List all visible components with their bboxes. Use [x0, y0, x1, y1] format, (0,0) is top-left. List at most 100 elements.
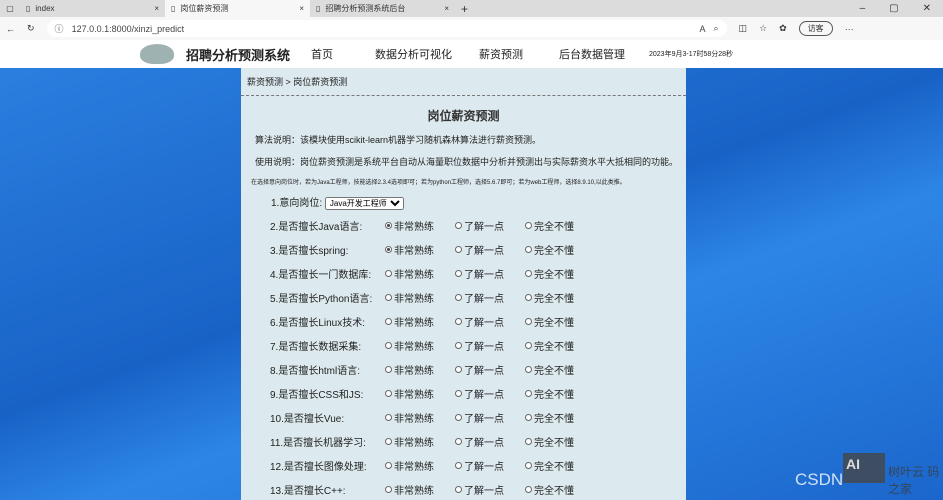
back-icon[interactable]: ←: [6, 24, 15, 34]
close-icon[interactable]: ×: [444, 4, 449, 13]
radio-button[interactable]: [455, 293, 462, 301]
radio-option[interactable]: 了解一点: [455, 314, 525, 329]
more-icon[interactable]: ···: [845, 24, 854, 34]
radio-option[interactable]: 了解一点: [455, 242, 525, 257]
radio-option[interactable]: 完全不懂: [525, 338, 595, 353]
radio-button[interactable]: [455, 389, 462, 397]
radio-option[interactable]: 非常熟练: [385, 362, 455, 377]
radio-option[interactable]: 非常熟练: [385, 218, 455, 233]
tab-predict[interactable]: ▯ 岗位薪资预测 ×: [165, 0, 310, 17]
radio-option[interactable]: 完全不懂: [525, 410, 595, 425]
radio-button[interactable]: [455, 269, 462, 277]
radio-option[interactable]: 了解一点: [455, 362, 525, 377]
radio-option[interactable]: 非常熟练: [385, 290, 455, 305]
radio-option[interactable]: 了解一点: [455, 386, 525, 401]
nav-salary-predict[interactable]: 薪资预测: [479, 46, 559, 62]
radio-option[interactable]: 了解一点: [455, 218, 525, 233]
radio-button[interactable]: [525, 365, 532, 373]
radio-button[interactable]: [455, 437, 462, 445]
radio-button[interactable]: [385, 341, 392, 349]
profile-button[interactable]: 访客: [798, 21, 833, 36]
radio-option[interactable]: 非常熟练: [385, 410, 455, 425]
close-icon[interactable]: ×: [299, 4, 304, 13]
radio-button[interactable]: [525, 413, 532, 421]
nav-admin[interactable]: 后台数据管理: [559, 46, 644, 62]
refresh-icon[interactable]: ↻: [27, 23, 35, 34]
tab-index[interactable]: ▯ index ×: [20, 0, 165, 17]
radio-option[interactable]: 非常熟练: [385, 242, 455, 257]
radio-option[interactable]: 了解一点: [455, 434, 525, 449]
radio-button[interactable]: [385, 221, 392, 229]
radio-option[interactable]: 完全不懂: [525, 218, 595, 233]
radio-option[interactable]: 了解一点: [455, 410, 525, 425]
radio-option[interactable]: 完全不懂: [525, 242, 595, 257]
radio-button[interactable]: [525, 461, 532, 469]
radio-option[interactable]: 完全不懂: [525, 434, 595, 449]
radio-button[interactable]: [455, 485, 462, 493]
radio-option[interactable]: 完全不懂: [525, 290, 595, 305]
tab-admin[interactable]: ▯ 招聘分析预测系统后台 ×: [310, 0, 455, 17]
favorite-icon[interactable]: ☆: [759, 23, 767, 34]
radio-button[interactable]: [385, 389, 392, 397]
radio-option[interactable]: 非常熟练: [385, 458, 455, 473]
radio-button[interactable]: [455, 245, 462, 253]
radio-option[interactable]: 完全不懂: [525, 314, 595, 329]
question-label: 12.是否擅长图像处理:: [270, 461, 367, 473]
radio-option[interactable]: 非常熟练: [385, 338, 455, 353]
radio-button[interactable]: [385, 485, 392, 493]
radio-button[interactable]: [455, 341, 462, 349]
radio-option[interactable]: 了解一点: [455, 266, 525, 281]
nav-visualization[interactable]: 数据分析可视化: [375, 46, 479, 62]
radio-button[interactable]: [525, 293, 532, 301]
radio-button[interactable]: [525, 317, 532, 325]
radio-option[interactable]: 完全不懂: [525, 482, 595, 497]
radio-option[interactable]: 了解一点: [455, 482, 525, 497]
maximize-icon[interactable]: ▢: [889, 3, 898, 14]
close-icon[interactable]: ×: [154, 4, 159, 13]
radio-button[interactable]: [455, 461, 462, 469]
radio-button[interactable]: [385, 269, 392, 277]
radio-button[interactable]: [385, 413, 392, 421]
radio-button[interactable]: [525, 341, 532, 349]
radio-option[interactable]: 非常熟练: [385, 314, 455, 329]
radio-button[interactable]: [525, 437, 532, 445]
radio-button[interactable]: [525, 485, 532, 493]
radio-option[interactable]: 了解一点: [455, 290, 525, 305]
radio-option[interactable]: 完全不懂: [525, 386, 595, 401]
radio-button[interactable]: [525, 389, 532, 397]
radio-option[interactable]: 了解一点: [455, 458, 525, 473]
radio-button[interactable]: [385, 245, 392, 253]
new-tab-icon[interactable]: +: [455, 2, 468, 16]
zoom-icon[interactable]: ⌕: [714, 23, 719, 34]
tab-actions-icon[interactable]: ▢: [0, 4, 20, 13]
radio-button[interactable]: [385, 365, 392, 373]
radio-button[interactable]: [385, 317, 392, 325]
close-window-icon[interactable]: ✕: [923, 3, 931, 14]
radio-option[interactable]: 非常熟练: [385, 386, 455, 401]
radio-button[interactable]: [385, 461, 392, 469]
read-aloud-icon[interactable]: A: [699, 24, 705, 34]
radio-option[interactable]: 完全不懂: [525, 266, 595, 281]
radio-option[interactable]: 非常熟练: [385, 434, 455, 449]
option-label: 了解一点: [464, 269, 504, 281]
radio-option[interactable]: 非常熟练: [385, 482, 455, 497]
radio-option[interactable]: 完全不懂: [525, 458, 595, 473]
radio-button[interactable]: [385, 293, 392, 301]
radio-button[interactable]: [525, 221, 532, 229]
radio-button[interactable]: [525, 269, 532, 277]
radio-button[interactable]: [455, 365, 462, 373]
radio-option[interactable]: 完全不懂: [525, 362, 595, 377]
split-icon[interactable]: ◫: [739, 23, 748, 34]
radio-option[interactable]: 非常熟练: [385, 266, 455, 281]
radio-button[interactable]: [525, 245, 532, 253]
radio-button[interactable]: [455, 317, 462, 325]
extensions-icon[interactable]: ✿: [779, 23, 787, 34]
position-select[interactable]: Java开发工程师: [324, 197, 404, 210]
minimize-icon[interactable]: –: [860, 3, 866, 14]
radio-button[interactable]: [455, 221, 462, 229]
url-input[interactable]: ⓘ 127.0.0.1:8000/xinzi_predict A ⌕: [46, 20, 727, 37]
nav-home[interactable]: 首页: [311, 46, 375, 62]
radio-button[interactable]: [455, 413, 462, 421]
radio-option[interactable]: 了解一点: [455, 338, 525, 353]
radio-button[interactable]: [385, 437, 392, 445]
